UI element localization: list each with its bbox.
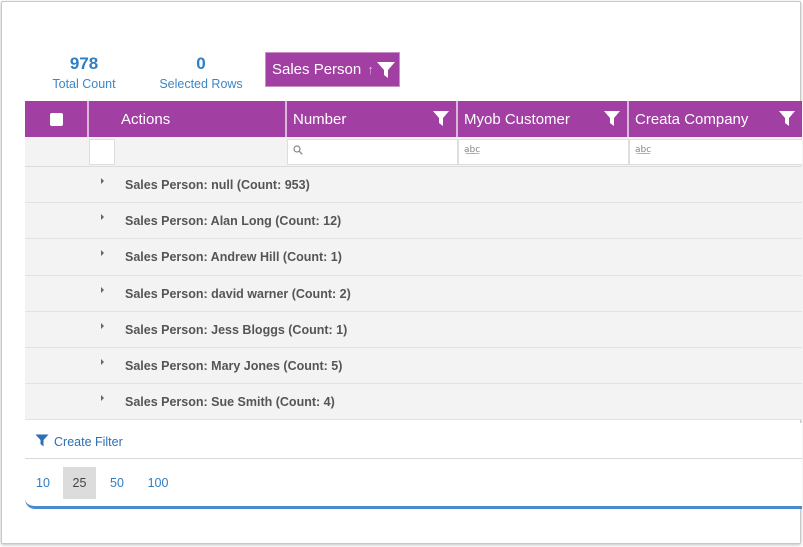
data-grid: Actions Number Myob Customer Creata Comp… (25, 101, 802, 509)
group-row[interactable]: Sales Person: Mary Jones (Count: 5) (25, 347, 802, 385)
myob-customer-filter-input[interactable]: a͟b͟c (458, 139, 629, 165)
total-count-label: Total Count (52, 77, 116, 91)
column-header-label: Actions (121, 110, 171, 128)
page-size-100[interactable]: 100 (143, 467, 173, 499)
group-row[interactable]: Sales Person: Alan Long (Count: 12) (25, 203, 802, 240)
expand-caret-icon[interactable] (101, 250, 104, 257)
group-rows: Sales Person: null (Count: 953) Sales Pe… (25, 167, 802, 421)
grid-panel: 978 Total Count 0 Selected Rows Sales Pe… (1, 1, 802, 544)
expand-caret-icon[interactable] (101, 214, 104, 221)
column-header-actions[interactable]: Actions (89, 101, 287, 137)
create-filter-button[interactable]: Create Filter (35, 434, 123, 450)
expand-caret-icon[interactable] (101, 322, 104, 329)
group-row-label: Sales Person: Mary Jones (Count: 5) (125, 358, 343, 373)
group-row-label: Sales Person: Jess Bloggs (Count: 1) (125, 322, 348, 337)
page-size-50[interactable]: 50 (104, 467, 130, 499)
filter-icon[interactable] (778, 110, 796, 131)
expand-caret-icon[interactable] (101, 358, 104, 365)
group-chip-label: Sales Person (272, 61, 362, 78)
selected-rows-stat: 0 Selected Rows (155, 54, 247, 92)
group-row[interactable]: Sales Person: null (Count: 953) (25, 167, 802, 204)
page-size-10[interactable]: 10 (31, 467, 55, 499)
group-row[interactable]: Sales Person: Andrew Hill (Count: 1) (25, 239, 802, 276)
column-header-number[interactable]: Number (287, 101, 458, 137)
column-header-label: Myob Customer (464, 110, 570, 128)
group-row[interactable]: Sales Person: Jess Bloggs (Count: 1) (25, 311, 802, 348)
select-all-checkbox[interactable] (49, 112, 63, 126)
group-row-label: Sales Person: Sue Smith (Count: 4) (125, 395, 335, 410)
create-filter-label: Create Filter (54, 435, 123, 449)
group-row-label: Sales Person: Alan Long (Count: 12) (125, 214, 342, 229)
number-filter-input[interactable] (287, 139, 458, 165)
total-count-value: 978 (69, 54, 99, 73)
select-all-cell[interactable] (25, 101, 89, 137)
text-filter-icon: a͟b͟c (635, 145, 652, 155)
actions-filter-cell (89, 139, 115, 165)
page-size-25[interactable]: 25 (63, 467, 96, 499)
column-header-label: Number (293, 110, 347, 128)
group-row-label: Sales Person: null (Count: 953) (125, 178, 310, 192)
expand-caret-icon[interactable] (101, 178, 104, 184)
group-by-sales-person-chip[interactable]: Sales Person ↑ (265, 52, 400, 87)
text-filter-icon: a͟b͟c (464, 145, 481, 155)
filter-icon[interactable] (603, 110, 621, 131)
sort-ascending-icon[interactable]: ↑ (367, 62, 374, 77)
selected-rows-label: Selected Rows (159, 77, 243, 91)
creata-company-filter-input[interactable]: a͟b͟c (629, 139, 802, 165)
filter-icon[interactable] (432, 110, 450, 131)
group-row[interactable]: Sales Person: david warner (Count: 2) (25, 275, 802, 312)
selected-rows-value: 0 (196, 54, 206, 73)
filter-icon (35, 434, 49, 450)
search-icon (293, 145, 303, 158)
column-header-myob-customer[interactable]: Myob Customer (458, 101, 629, 137)
group-row[interactable]: Sales Person: Sue Smith (Count: 4) (25, 384, 802, 421)
column-header-creata-company[interactable]: Creata Company (629, 101, 802, 137)
group-row-label: Sales Person: Andrew Hill (Count: 1) (125, 250, 342, 265)
column-header-label: Creata Company (635, 110, 749, 128)
total-count-stat: 978 Total Count (46, 54, 122, 92)
grid-header: Actions Number Myob Customer Creata Comp… (25, 101, 802, 137)
expand-caret-icon[interactable] (101, 395, 104, 402)
filter-builder-bar: Create Filter (25, 423, 802, 459)
filter-icon[interactable] (376, 61, 396, 79)
group-row-label: Sales Person: david warner (Count: 2) (125, 286, 351, 301)
filter-row: a͟b͟c a͟b͟c (25, 137, 802, 167)
page-size-selector: 10 25 50 100 (25, 459, 802, 509)
expand-caret-icon[interactable] (101, 286, 104, 293)
actions-filter-spacer (115, 139, 287, 165)
